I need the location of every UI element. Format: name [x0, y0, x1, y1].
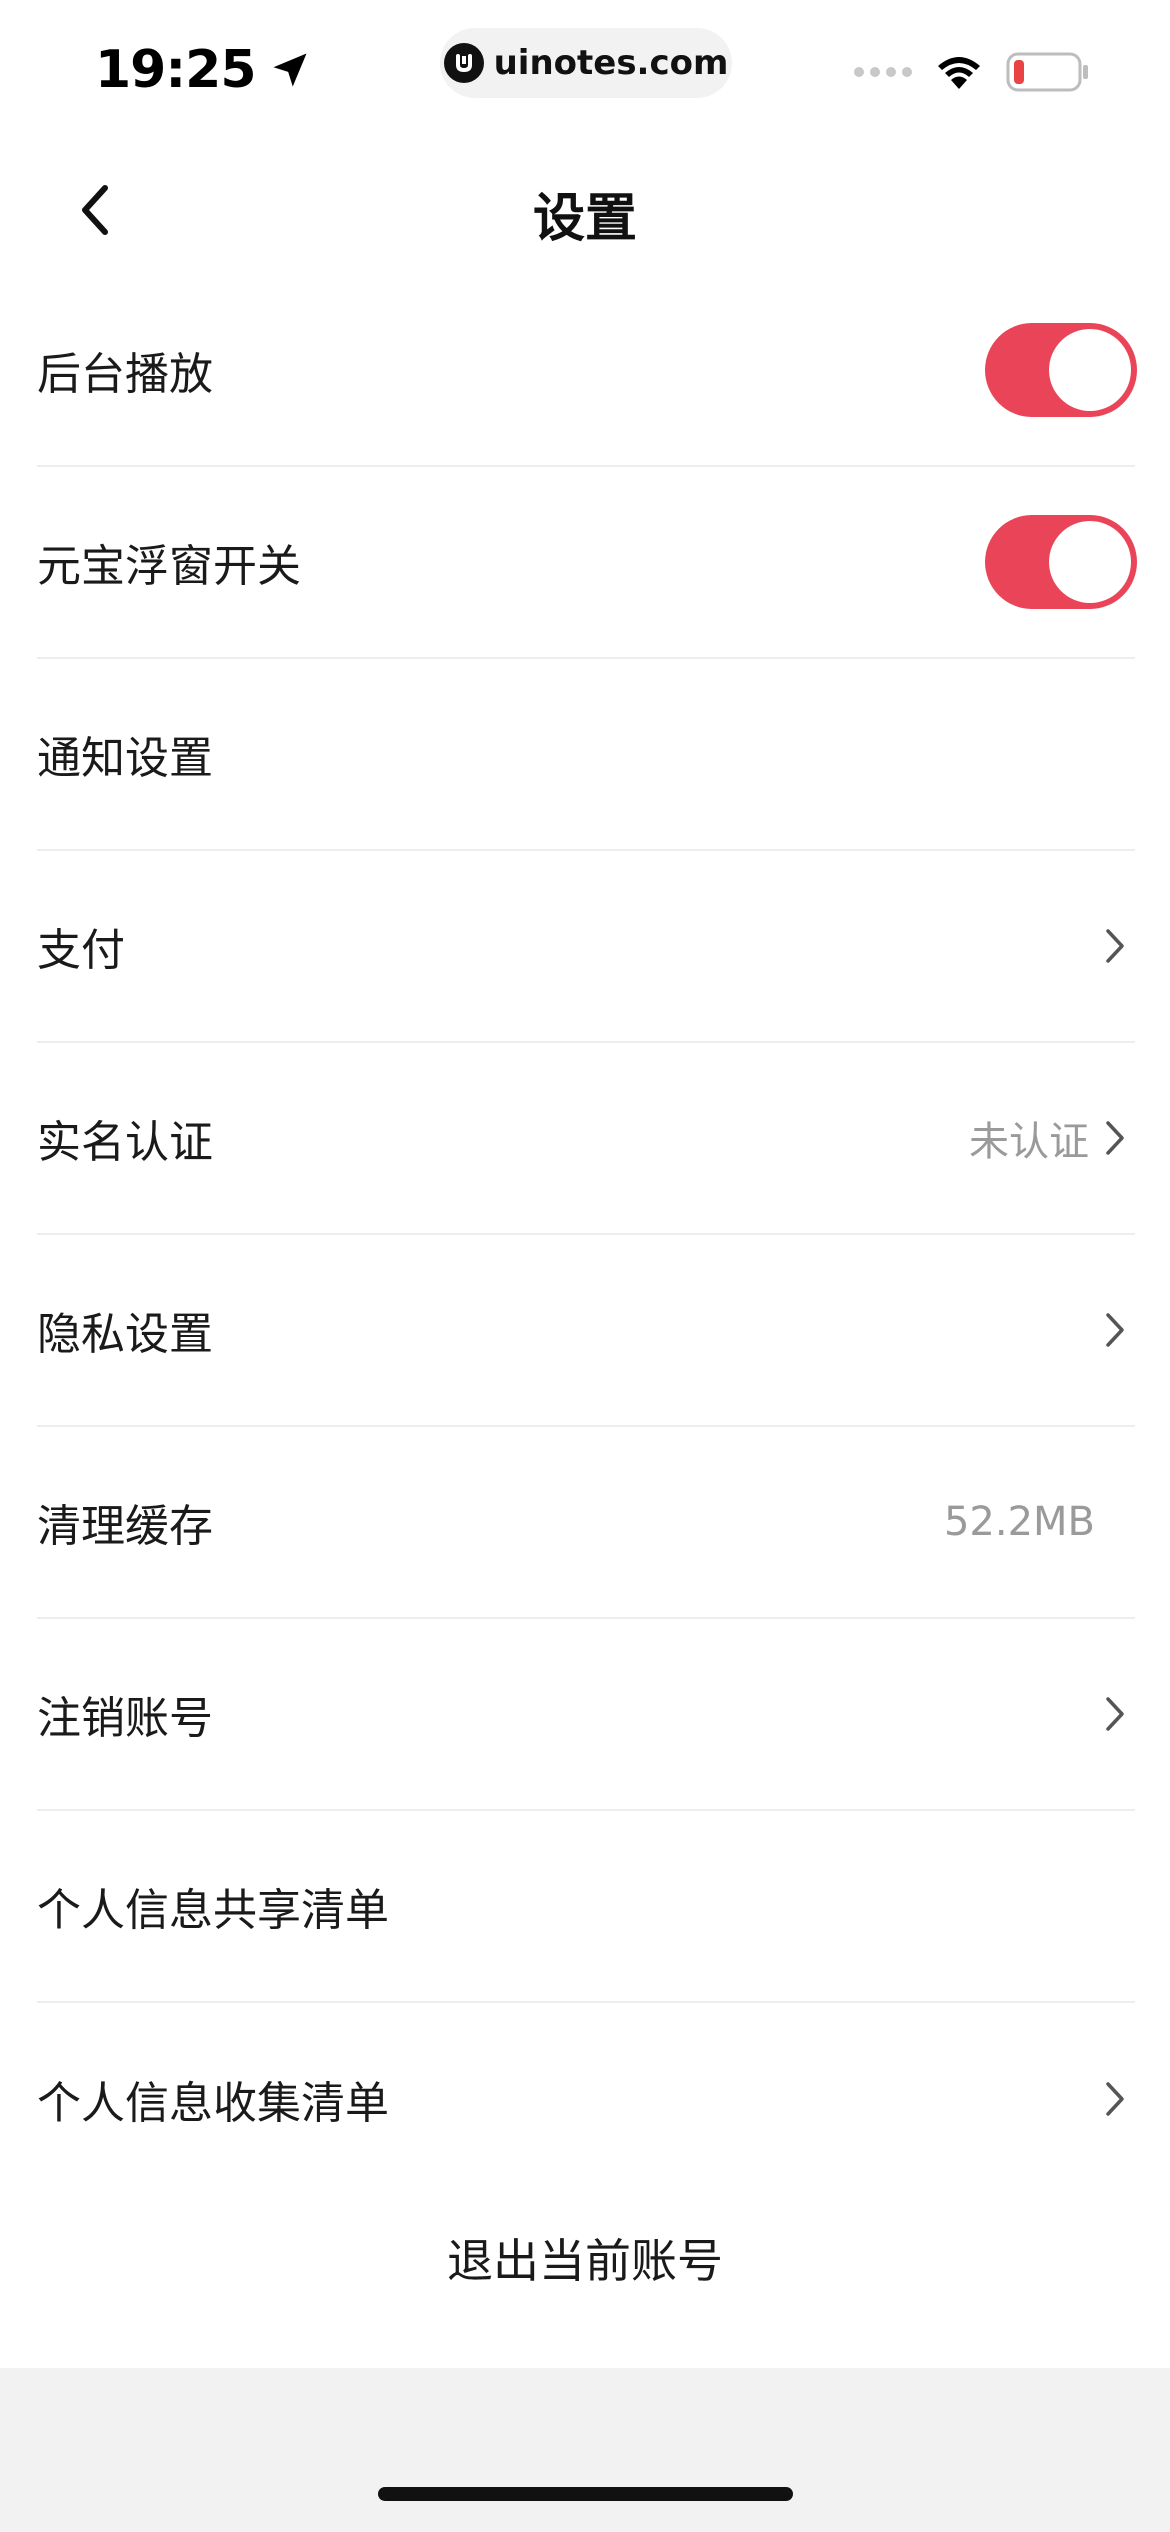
- page-title: 设置: [532, 189, 637, 249]
- setting-label: 支付: [37, 925, 125, 976]
- chevron-right-icon: [1095, 922, 1135, 970]
- setting-label: 个人信息共享清单: [37, 1885, 389, 1936]
- setting-row-yuanbao-float: 元宝浮窗开关: [37, 467, 1137, 659]
- chevron-right-icon: [1095, 2075, 1135, 2123]
- cellular-signal-icon: [854, 67, 912, 77]
- real-name-status: 未认证: [969, 1119, 1089, 1165]
- chevron-right-icon: [1095, 1690, 1135, 1738]
- status-icons: [854, 52, 1090, 92]
- yuanbao-float-toggle[interactable]: [985, 515, 1137, 609]
- setting-row-notification[interactable]: 通知设置: [37, 659, 1135, 851]
- toggle-knob: [1049, 521, 1131, 603]
- setting-label: 清理缓存: [37, 1501, 213, 1552]
- setting-label: 隐私设置: [37, 1309, 213, 1360]
- nav-bar: 设置: [0, 140, 1170, 275]
- setting-label: 个人信息收集清单: [37, 2078, 389, 2129]
- setting-label: 通知设置: [37, 733, 213, 784]
- status-time: 19:25: [95, 40, 312, 100]
- status-bar: 19:25 uinotes.com: [0, 0, 1170, 140]
- setting-label: 后台播放: [37, 349, 213, 400]
- setting-label: 元宝浮窗开关: [37, 541, 301, 592]
- setting-label: 实名认证: [37, 1117, 213, 1168]
- url-pill[interactable]: uinotes.com: [440, 28, 732, 98]
- wifi-icon: [938, 57, 980, 89]
- chevron-right-icon: [1095, 1114, 1135, 1162]
- setting-row-info-collect-list[interactable]: 个人信息收集清单: [37, 2003, 1135, 2195]
- status-time-text: 19:25: [95, 40, 257, 100]
- settings-list: 后台播放 元宝浮窗开关 通知设置 支付 实名认证 未认证 隐私设置 清理缓存 5…: [0, 275, 1170, 2195]
- site-logo-icon: [443, 43, 484, 83]
- home-indicator[interactable]: [378, 2487, 793, 2501]
- logout-button[interactable]: 退出当前账号: [0, 2225, 1170, 2291]
- toggle-knob: [1049, 329, 1131, 411]
- chevron-right-icon: [1095, 1306, 1135, 1354]
- setting-row-info-share-list[interactable]: 个人信息共享清单: [37, 1811, 1135, 2003]
- url-text: uinotes.com: [493, 43, 729, 83]
- setting-row-real-name[interactable]: 实名认证 未认证: [37, 1043, 1135, 1235]
- background-play-toggle[interactable]: [985, 323, 1137, 417]
- setting-row-clear-cache[interactable]: 清理缓存 52.2MB: [37, 1427, 1135, 1619]
- setting-row-delete-account[interactable]: 注销账号: [37, 1619, 1135, 1811]
- setting-row-privacy[interactable]: 隐私设置: [37, 1235, 1135, 1427]
- battery-icon: [1006, 52, 1088, 92]
- bottom-safe-area: [0, 2368, 1170, 2532]
- setting-row-background-play: 后台播放: [37, 275, 1137, 467]
- setting-label: 注销账号: [37, 1693, 213, 1744]
- setting-row-payment[interactable]: 支付: [37, 851, 1135, 1043]
- location-arrow-icon: [273, 53, 307, 87]
- cache-size: 52.2MB: [943, 1499, 1095, 1545]
